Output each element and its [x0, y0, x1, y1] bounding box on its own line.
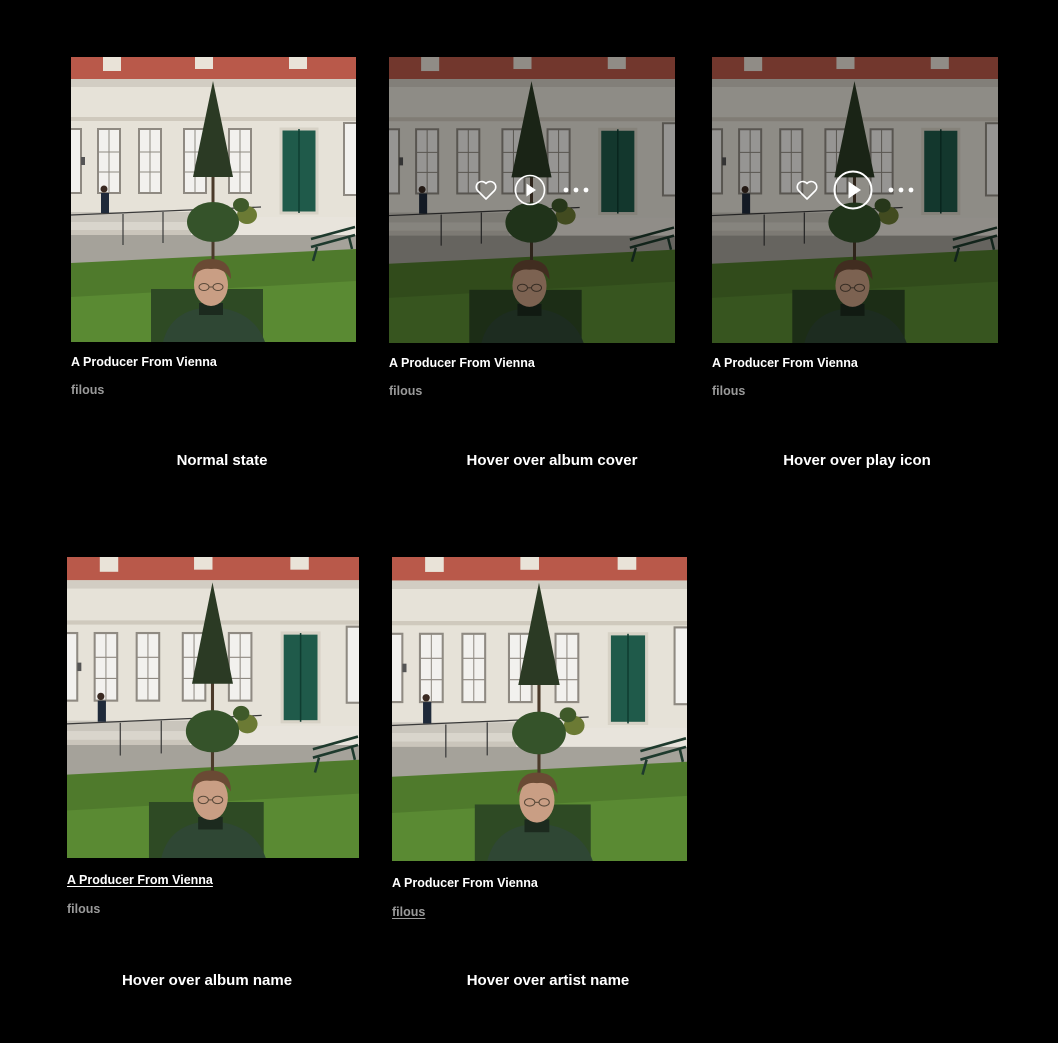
album-name-link[interactable]: A Producer From Vienna [389, 356, 535, 370]
album-cover[interactable] [712, 57, 998, 343]
artist-name-link[interactable]: filous [71, 383, 104, 397]
state-caption: Hover over album name [121, 972, 293, 989]
play-icon[interactable] [833, 170, 873, 210]
album-card-hover-play[interactable]: A Producer From Vienna filous [712, 57, 998, 398]
album-cover[interactable] [67, 557, 359, 858]
album-cover[interactable] [389, 57, 675, 343]
more-icon[interactable] [562, 186, 590, 194]
artist-name-link[interactable]: filous [392, 905, 425, 919]
state-caption: Hover over album cover [466, 452, 638, 469]
heart-icon[interactable] [474, 179, 498, 201]
album-name-link[interactable]: A Producer From Vienna [712, 356, 858, 370]
state-caption: Hover over artist name [466, 972, 630, 989]
album-artwork [67, 557, 359, 858]
album-card-hover-artist-name[interactable]: A Producer From Vienna filous [392, 557, 687, 922]
cover-controls [712, 170, 998, 210]
album-artwork [392, 557, 687, 861]
more-icon[interactable] [887, 186, 915, 194]
album-name-link[interactable]: A Producer From Vienna [392, 876, 538, 890]
album-card-normal[interactable]: A Producer From Vienna filous [71, 57, 356, 397]
album-card-hover-album-name[interactable]: A Producer From Vienna filous [67, 557, 359, 917]
album-name-link[interactable]: A Producer From Vienna [67, 873, 213, 887]
album-name-link[interactable]: A Producer From Vienna [71, 355, 217, 369]
album-card-hover-cover[interactable]: A Producer From Vienna filous [389, 57, 675, 398]
heart-icon[interactable] [795, 179, 819, 201]
artist-name-link[interactable]: filous [67, 902, 100, 916]
album-cover[interactable] [392, 557, 687, 861]
play-icon[interactable] [514, 174, 546, 206]
artist-name-link[interactable]: filous [389, 384, 422, 398]
state-caption: Normal state [176, 452, 268, 469]
album-artwork [71, 57, 356, 342]
state-caption: Hover over play icon [783, 452, 931, 469]
cover-controls [389, 170, 675, 210]
artist-name-link[interactable]: filous [712, 384, 745, 398]
album-cover[interactable] [71, 57, 356, 342]
